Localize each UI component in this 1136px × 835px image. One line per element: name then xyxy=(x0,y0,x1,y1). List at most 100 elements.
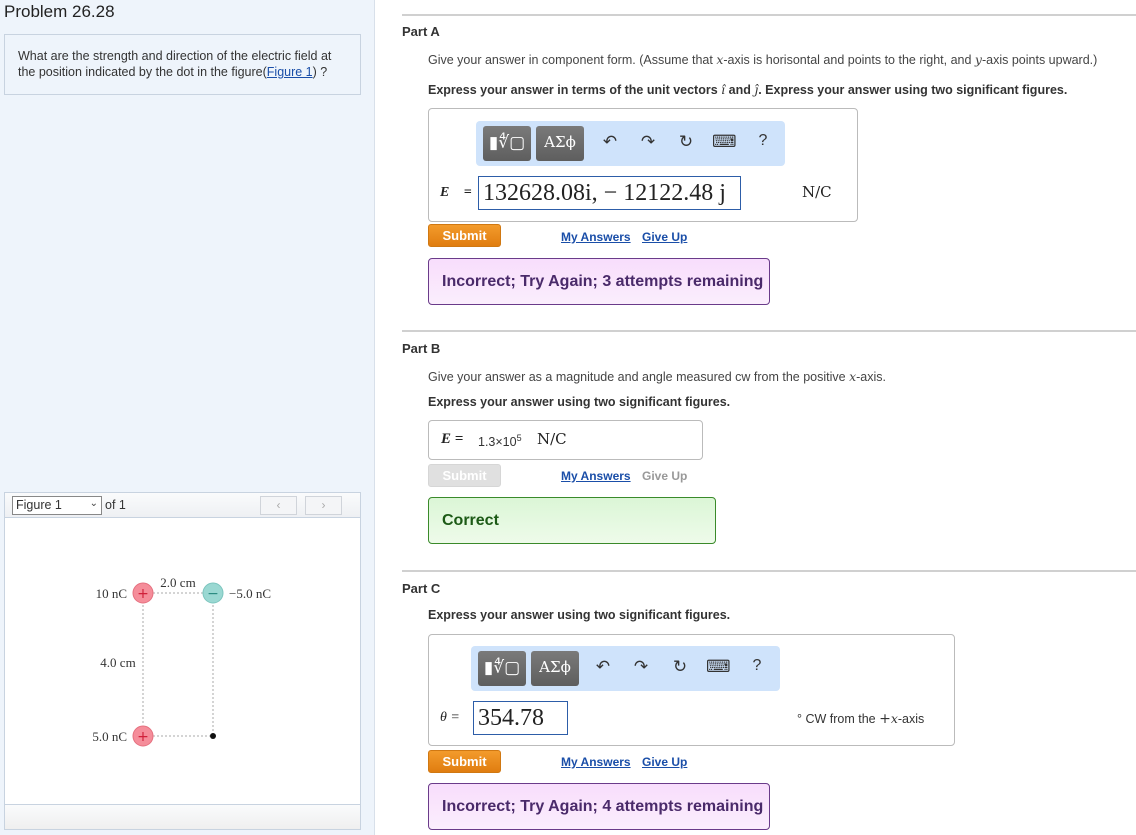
reset-icon[interactable]: ↻ xyxy=(668,657,692,677)
undo-icon[interactable]: ↶ xyxy=(598,132,622,152)
plus-sign: + xyxy=(137,729,149,745)
next-figure-button[interactable]: › xyxy=(305,496,342,515)
part-a-title: Part A xyxy=(402,24,440,39)
redo-icon[interactable]: ↷ xyxy=(629,657,653,677)
math-toolbar: ▮∜▢ ΑΣϕ ↶ ↷ ↻ ⌨ ? xyxy=(471,646,780,691)
figure-count: of 1 xyxy=(105,498,126,512)
figure-toolbar: Figure 1 ⌄ of 1 ‹ › xyxy=(5,493,360,518)
templates-icon: ▮∜▢ xyxy=(483,658,521,677)
text: Express your answer in terms of the unit… xyxy=(428,83,722,97)
part-divider xyxy=(402,14,1136,16)
part-a-instruction: Give your answer in component form. (Ass… xyxy=(428,52,1097,67)
charge-10nC: + 10 nC xyxy=(96,582,154,604)
part-a-my-answers-link[interactable]: My Answers xyxy=(561,230,631,244)
figure-footer xyxy=(5,804,360,829)
part-c-my-answers-link[interactable]: My Answers xyxy=(561,755,631,769)
part-a-answer-input[interactable]: 132628.08i, − 12122.48 j xyxy=(478,176,741,210)
x-variable: x xyxy=(890,711,898,726)
prev-figure-button[interactable]: ‹ xyxy=(260,496,297,515)
part-b-answer-box: E = 1.3×105 N/C xyxy=(428,420,703,460)
part-b-instruction: Give your answer as a magnitude and angl… xyxy=(428,369,886,384)
help-icon[interactable]: ? xyxy=(745,657,769,675)
chevron-down-icon: ⌄ xyxy=(89,498,98,509)
text: -axis. xyxy=(856,370,886,384)
unit-label: N/C xyxy=(802,183,832,201)
text: Give your answer as a magnitude and angl… xyxy=(428,370,850,384)
charge-neg5nC: − −5.0 nC xyxy=(202,582,271,604)
horizontal-dimension-label: 2.0 cm xyxy=(160,575,195,590)
part-divider xyxy=(402,330,1136,332)
answer-mantissa: 1.3×10 xyxy=(478,435,517,450)
math-toolbar: ▮∜▢ ΑΣϕ ↶ ↷ ↻ ⌨ ? xyxy=(476,121,785,166)
part-c-answer-input[interactable]: 354.78 xyxy=(473,701,568,735)
part-b-format-instruction: Express your answer using two significan… xyxy=(428,395,731,409)
charge-5nC: + 5.0 nC xyxy=(92,725,154,747)
part-b-submit-button: Submit xyxy=(428,464,501,487)
part-c-give-up-link[interactable]: Give Up xyxy=(642,755,687,769)
part-a-format-instruction: Express your answer in terms of the unit… xyxy=(428,82,1067,97)
part-c-title: Part C xyxy=(402,581,441,596)
part-a-submit-button[interactable]: Submit xyxy=(428,224,501,247)
charge-label: 10 nC xyxy=(96,586,127,601)
text: -axis points upward.) xyxy=(981,53,1098,67)
text: -axis is horisontal and points to the ri… xyxy=(723,53,975,67)
greek-symbols-icon: ΑΣϕ xyxy=(544,133,576,151)
help-icon[interactable]: ? xyxy=(751,132,775,150)
part-a-answer-box: ▮∜▢ ΑΣϕ ↶ ↷ ↻ ⌨ ? E⃗ = 132628.08i, − 121… xyxy=(428,108,858,222)
e-magnitude-label: E = xyxy=(441,431,464,447)
part-a-give-up-link[interactable]: Give Up xyxy=(642,230,687,244)
figure-select-value: Figure 1 xyxy=(16,498,62,512)
theta-label: θ = xyxy=(440,710,460,725)
figure-select[interactable]: Figure 1 ⌄ xyxy=(12,496,102,515)
charge-diagram: + 10 nC − −5.0 nC + 5.0 nC 2.0 cm 4.0 cm xyxy=(92,575,271,747)
chevron-right-icon: › xyxy=(321,498,326,512)
part-c-answer-box: ▮∜▢ ΑΣϕ ↶ ↷ ↻ ⌨ ? θ = 354.78 ° CW from t… xyxy=(428,634,955,746)
vertical-dimension-label: 4.0 cm xyxy=(100,655,135,670)
figure-link[interactable]: Figure 1 xyxy=(267,65,313,79)
part-c-submit-button[interactable]: Submit xyxy=(428,750,501,773)
problem-panel: Problem 26.28 What are the strength and … xyxy=(0,0,375,835)
answer-exponent: 5 xyxy=(516,433,522,443)
chevron-left-icon: ‹ xyxy=(276,498,281,512)
unit-label: N/C xyxy=(537,430,567,448)
part-b-my-answers-link[interactable]: My Answers xyxy=(561,469,631,483)
greek-symbols-icon: ΑΣϕ xyxy=(539,658,571,676)
answer-panel: Part A Give your answer in component for… xyxy=(376,0,1136,835)
part-b-feedback: Correct xyxy=(428,497,716,544)
unit-label: ° CW from the +x-axis xyxy=(797,711,924,727)
part-c-format-instruction: Express your answer using two significan… xyxy=(428,608,731,622)
redo-icon[interactable]: ↷ xyxy=(636,132,660,152)
templates-icon: ▮∜▢ xyxy=(488,133,526,152)
plus-sign: + xyxy=(137,586,149,602)
symbols-button[interactable]: ΑΣϕ xyxy=(536,126,584,161)
symbols-button[interactable]: ΑΣϕ xyxy=(531,651,579,686)
part-b-give-up-link: Give Up xyxy=(642,469,688,483)
question-suffix: ) ? xyxy=(312,65,328,79)
keyboard-icon[interactable]: ⌨ xyxy=(706,657,731,677)
text: ° CW from the xyxy=(797,712,880,726)
figure-panel: Figure 1 ⌄ of 1 ‹ › + 10 nC − −5.0 nC + … xyxy=(4,492,361,830)
part-divider xyxy=(402,570,1136,572)
charge-label: 5.0 nC xyxy=(92,729,127,744)
templates-button[interactable]: ▮∜▢ xyxy=(478,651,526,686)
text: -axis xyxy=(897,712,925,726)
charge-label: −5.0 nC xyxy=(229,586,271,601)
field-point-dot xyxy=(210,733,216,739)
part-c-feedback: Incorrect; Try Again; 4 attempts remaini… xyxy=(428,783,770,830)
vector-e-label: E⃗ = xyxy=(440,185,472,200)
problem-title: Problem 26.28 xyxy=(4,2,115,21)
text: Give your answer in component form. (Ass… xyxy=(428,53,717,67)
part-b-answer-value: 1.3×105 xyxy=(478,433,522,449)
part-b-title: Part B xyxy=(402,341,441,356)
plus-symbol: + xyxy=(879,711,891,727)
keyboard-icon[interactable]: ⌨ xyxy=(712,132,737,152)
text: and xyxy=(725,83,755,97)
question-box: What are the strength and direction of t… xyxy=(4,34,361,95)
reset-icon[interactable]: ↻ xyxy=(674,132,698,152)
minus-sign: − xyxy=(207,586,219,602)
undo-icon[interactable]: ↶ xyxy=(591,657,615,677)
part-a-feedback: Incorrect; Try Again; 3 attempts remaini… xyxy=(428,258,770,305)
y-variable: y xyxy=(974,52,982,67)
text: . Express your answer using two signific… xyxy=(758,83,1068,97)
templates-button[interactable]: ▮∜▢ xyxy=(483,126,531,161)
